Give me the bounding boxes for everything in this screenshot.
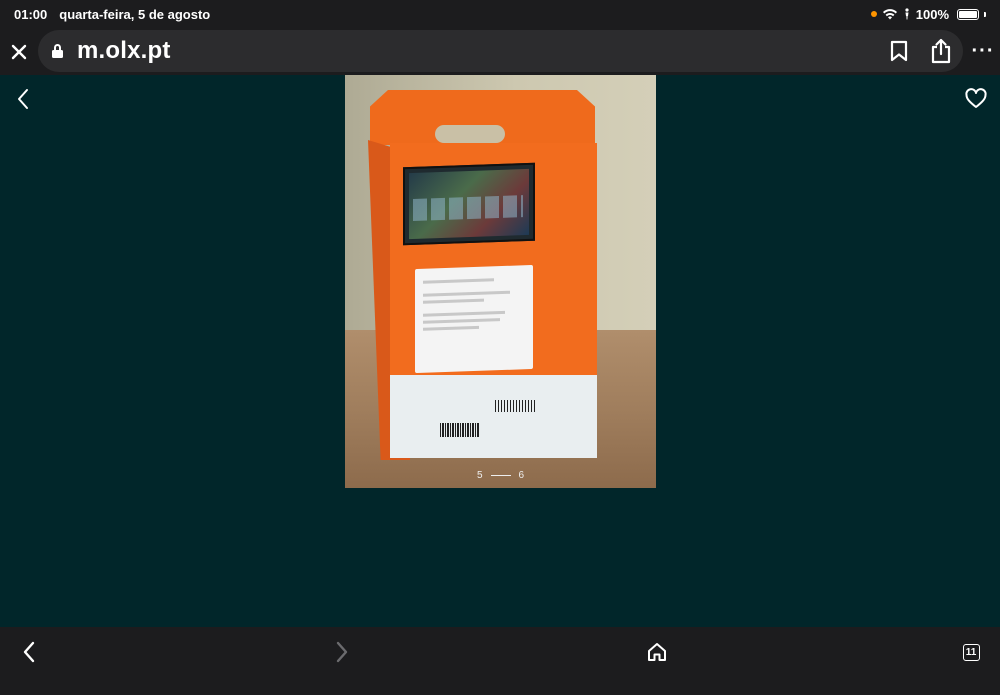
more-button[interactable]: ··· <box>966 28 1000 75</box>
heart-outline-icon <box>965 88 987 108</box>
status-time: 01:00 <box>14 6 48 22</box>
box-info-card <box>415 264 533 374</box>
close-icon <box>11 44 27 59</box>
home-button[interactable] <box>642 637 672 667</box>
status-bar: 01:00 quarta-feira, 5 de agosto 100% <box>0 0 1000 28</box>
tabs-count: 11 <box>962 643 980 661</box>
share-icon <box>931 38 951 64</box>
tv-illustration <box>403 162 535 246</box>
url-text: m.olx.pt <box>77 37 171 64</box>
bookmark-button[interactable] <box>885 37 913 65</box>
favorite-button[interactable] <box>964 87 988 111</box>
chevron-right-icon <box>336 641 348 663</box>
close-button[interactable] <box>0 28 38 75</box>
product-photo[interactable]: 5 6 <box>345 75 656 488</box>
image-pager: 5 6 <box>345 470 656 481</box>
status-right: 100% <box>870 6 986 22</box>
wifi-icon <box>882 9 897 20</box>
home-icon <box>648 643 666 661</box>
url-bar: m.olx.pt ··· <box>0 28 1000 75</box>
gallery-back-button[interactable] <box>12 87 36 111</box>
recording-dot-icon <box>870 11 877 17</box>
pager-separator <box>490 475 511 476</box>
box-bottom-panel <box>390 375 597 458</box>
url-actions <box>885 30 955 72</box>
bookmark-icon <box>890 40 908 62</box>
gallery-viewer: 5 6 <box>0 75 1000 627</box>
chevron-left-icon <box>23 641 35 663</box>
status-date: quarta-feira, 5 de agosto <box>59 6 211 22</box>
chevron-left-icon <box>18 89 28 109</box>
address-field[interactable]: m.olx.pt <box>38 30 963 72</box>
location-icon <box>905 8 909 20</box>
box-handle <box>435 125 505 143</box>
share-button[interactable] <box>927 37 955 65</box>
battery-icon <box>957 8 979 20</box>
pager-total: 6 <box>518 470 525 481</box>
browser-forward-button[interactable] <box>327 637 357 667</box>
pager-current: 5 <box>476 470 483 481</box>
battery-percentage: 100% <box>915 6 949 22</box>
barcode-graphic <box>440 423 480 437</box>
battery-tip <box>984 11 986 17</box>
lock-icon <box>52 44 63 58</box>
barcode-graphic-2 <box>495 400 535 412</box>
tabs-button[interactable]: 11 <box>956 637 986 667</box>
browser-back-button[interactable] <box>14 637 44 667</box>
browser-toolbar: 11 <box>0 627 1000 695</box>
status-left: 01:00 quarta-feira, 5 de agosto <box>14 7 210 22</box>
